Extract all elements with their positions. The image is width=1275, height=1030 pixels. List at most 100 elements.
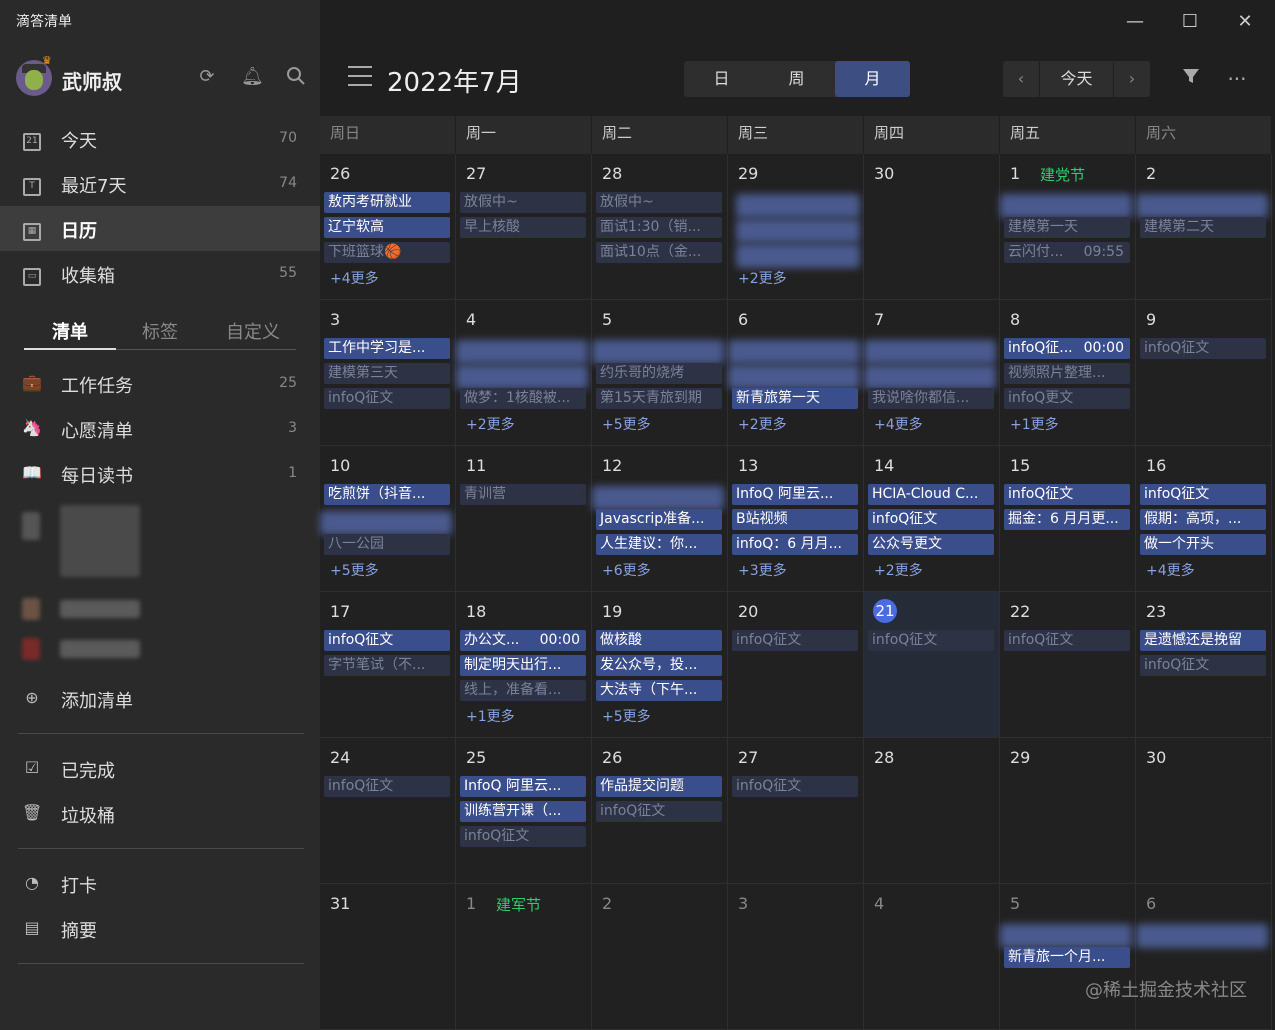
day-cell[interactable]: 9 infoQ征文 — [1136, 300, 1272, 446]
event-chip[interactable]: 第15天青旅到期 — [596, 388, 722, 409]
more-events-link[interactable]: +4更多 — [874, 414, 923, 434]
tab-tags[interactable]: 标签 — [142, 318, 178, 344]
event-chip[interactable]: 青训营 — [460, 484, 586, 505]
event-chip[interactable]: InfoQ 阿里云... — [460, 776, 586, 797]
day-cell[interactable]: 26 作品提交问题 infoQ征文 — [592, 738, 728, 884]
today-button[interactable]: 今天 — [1039, 61, 1114, 97]
event-chip[interactable]: infoQ征文 — [324, 630, 450, 651]
day-cell[interactable]: 28 — [864, 738, 1000, 884]
event-chip[interactable]: 放假中~ — [460, 192, 586, 213]
event-chip[interactable]: infoQ征文 — [460, 826, 586, 847]
day-cell[interactable]: 6 — [1136, 884, 1272, 1030]
view-day-button[interactable]: 日 — [684, 61, 759, 97]
event-chip[interactable]: infoQ征文 — [1004, 630, 1130, 651]
event-chip[interactable]: infoQ征文 — [324, 388, 450, 409]
event-chip[interactable]: 面试1:30（销... — [596, 217, 722, 238]
event-chip[interactable]: 是遗憾还是挽留 — [1140, 630, 1266, 651]
event-chip[interactable]: infoQ征文 — [1004, 484, 1130, 505]
event-chip[interactable]: 约乐哥的烧烤 — [596, 363, 722, 384]
day-cell[interactable]: 3 — [728, 884, 864, 1030]
close-icon[interactable]: ✕ — [1233, 10, 1257, 34]
more-options-icon[interactable]: ··· — [1224, 66, 1250, 92]
event-chip[interactable]: infoQ征文 — [868, 509, 994, 530]
event-chip[interactable]: 我说啥你都信... — [868, 388, 994, 409]
more-events-link[interactable]: +2更多 — [738, 268, 787, 288]
event-chip[interactable]: 云闪付... 09:55 — [1004, 242, 1130, 263]
sidebar-item-completed[interactable]: ☑ 已完成 — [0, 746, 320, 791]
more-events-link[interactable]: +3更多 — [738, 560, 787, 580]
event-chip[interactable]: 辽宁软高 — [324, 217, 450, 238]
day-cell[interactable]: 25 InfoQ 阿里云... 训练营开课（... infoQ征文 — [456, 738, 592, 884]
sidebar-item-1[interactable]: T 最近7天 74 — [0, 161, 320, 206]
event-chip[interactable]: 大法寺（下午... — [596, 680, 722, 701]
event-chip[interactable]: 假期：高项，... — [1140, 509, 1266, 530]
event-chip[interactable]: infoQ征文 — [732, 776, 858, 797]
event-chip[interactable]: 做核酸 — [596, 630, 722, 651]
day-cell[interactable]: 28 放假中~ 面试1:30（销... 面试10点（金... — [592, 154, 728, 300]
minimize-icon[interactable]: — — [1123, 10, 1147, 34]
day-cell[interactable]: 31 — [320, 884, 456, 1030]
event-chip[interactable]: InfoQ 阿里云... — [732, 484, 858, 505]
event-chip[interactable]: 面试10点（金... — [596, 242, 722, 263]
event-chip[interactable]: 建模第二天 — [1140, 217, 1266, 238]
bell-icon[interactable]: 🔔︎ — [241, 66, 264, 88]
event-chip[interactable]: 人生建议：你... — [596, 534, 722, 555]
day-cell[interactable]: 18 办公文... 00:00 制定明天出行... 线上，准备看... +1更多 — [456, 592, 592, 738]
sidebar-item-trash[interactable]: 🗑︎ 垃圾桶 — [0, 791, 320, 836]
day-cell[interactable]: 30 — [864, 154, 1000, 300]
event-chip[interactable]: 敖丙考研就业 — [324, 192, 450, 213]
day-cell[interactable]: 30 — [1136, 738, 1272, 884]
view-month-button[interactable]: 月 — [835, 61, 910, 97]
day-cell[interactable]: 10 吃煎饼（抖音... 八一公园 +5更多 — [320, 446, 456, 592]
day-cell[interactable]: 2 — [592, 884, 728, 1030]
sidebar-item-checkin[interactable]: ◔ 打卡 — [0, 861, 320, 906]
day-cell[interactable]: 6 新青旅第一天 +2更多 — [728, 300, 864, 446]
event-chip[interactable]: 作品提交问题 — [596, 776, 722, 797]
day-cell[interactable]: 5 约乐哥的烧烤 第15天青旅到期 +5更多 — [592, 300, 728, 446]
day-cell[interactable]: 17 infoQ征文 字节笔试（不... — [320, 592, 456, 738]
day-cell[interactable]: 8 infoQ征... 00:00 视频照片整理... infoQ更文 +1更多 — [1000, 300, 1136, 446]
event-chip[interactable]: 早上核酸 — [460, 217, 586, 238]
event-chip[interactable]: 做一个开头 — [1140, 534, 1266, 555]
day-cell[interactable]: 12 Javascrip准备... 人生建议：你... +6更多 — [592, 446, 728, 592]
next-month-button[interactable]: › — [1114, 61, 1150, 97]
day-cell[interactable]: 1 建军节 — [456, 884, 592, 1030]
event-chip[interactable]: infoQ征文 — [1140, 655, 1266, 676]
event-chip[interactable]: 建模第一天 — [1004, 217, 1130, 238]
more-events-link[interactable]: +5更多 — [330, 560, 379, 580]
event-chip[interactable]: 新青旅一个月... — [1004, 947, 1130, 968]
day-cell[interactable]: 19 做核酸 发公众号，投... 大法寺（下午... +5更多 — [592, 592, 728, 738]
prev-month-button[interactable]: ‹ — [1003, 61, 1039, 97]
day-cell[interactable]: 5 新青旅一个月... — [1000, 884, 1136, 1030]
event-chip[interactable]: 吃煎饼（抖音... — [324, 484, 450, 505]
event-chip[interactable]: 制定明天出行... — [460, 655, 586, 676]
event-chip[interactable]: infoQ征文 — [868, 630, 994, 651]
list-item[interactable]: 🦄 心愿清单 3 — [0, 406, 320, 451]
day-cell[interactable]: 27 放假中~ 早上核酸 — [456, 154, 592, 300]
event-chip[interactable]: B站视频 — [732, 509, 858, 530]
day-cell[interactable]: 4 做梦：1核酸被... +2更多 — [456, 300, 592, 446]
user-name[interactable]: 武师叔 — [62, 66, 122, 95]
event-chip[interactable]: 训练营开课（... — [460, 801, 586, 822]
sidebar-item-2[interactable]: ▦ 日历 — [0, 206, 320, 251]
event-chip[interactable]: infoQ征文 — [596, 801, 722, 822]
day-cell[interactable]: 1 建党节 建模第一天 云闪付... 09:55 — [1000, 154, 1136, 300]
maximize-icon[interactable]: ☐ — [1178, 10, 1202, 34]
day-cell[interactable]: 3 工作中学习是... 建模第三天 infoQ征文 — [320, 300, 456, 446]
event-chip[interactable]: 掘金：6 月月更... — [1004, 509, 1130, 530]
day-cell[interactable]: 16 infoQ征文 假期：高项，... 做一个开头 +4更多 — [1136, 446, 1272, 592]
more-events-link[interactable]: +5更多 — [602, 706, 651, 726]
event-chip[interactable]: 工作中学习是... — [324, 338, 450, 359]
day-cell[interactable]: 15 infoQ征文 掘金：6 月月更... — [1000, 446, 1136, 592]
event-chip[interactable]: infoQ征文 — [324, 776, 450, 797]
day-cell[interactable]: 11 青训营 — [456, 446, 592, 592]
event-chip[interactable]: infoQ更文 — [1004, 388, 1130, 409]
day-cell[interactable]: 24 infoQ征文 — [320, 738, 456, 884]
more-events-link[interactable]: +1更多 — [466, 706, 515, 726]
view-week-button[interactable]: 周 — [759, 61, 834, 97]
more-events-link[interactable]: +4更多 — [330, 268, 379, 288]
more-events-link[interactable]: +5更多 — [602, 414, 651, 434]
day-cell[interactable]: 23 是遗憾还是挽留 infoQ征文 — [1136, 592, 1272, 738]
event-chip[interactable]: infoQ征文 — [732, 630, 858, 651]
event-chip[interactable]: 做梦：1核酸被... — [460, 388, 586, 409]
